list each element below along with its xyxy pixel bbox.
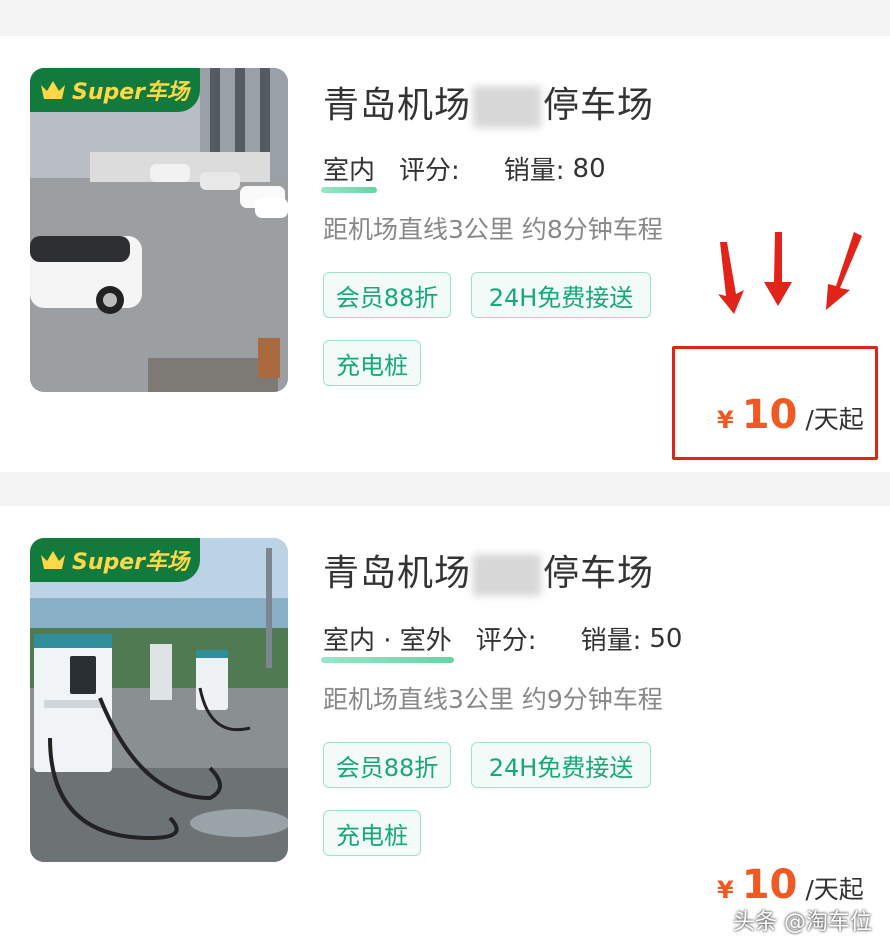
- redacted-text: [473, 554, 542, 596]
- distance-info: 距机场直线3公里 约9分钟车程: [323, 685, 663, 714]
- price-display: ¥ 10 /天起: [717, 392, 864, 438]
- sales-value: 80: [572, 153, 606, 184]
- crown-icon: [41, 81, 65, 99]
- tag-free-shuttle: 24H免费接送: [471, 272, 651, 318]
- tag-charging-pile: 充电桩: [323, 810, 421, 856]
- rating-label: 评分:: [399, 156, 460, 186]
- crown-icon: [41, 551, 65, 569]
- arrow-annotation-icon: [718, 232, 862, 314]
- sales-label: 销量:: [580, 626, 642, 656]
- tag-member-discount: 会员88折: [323, 742, 451, 788]
- tag-free-shuttle: 24H免费接送: [471, 742, 651, 788]
- location-type: 室内: [320, 150, 378, 193]
- parking-listing-card[interactable]: Super车场 青岛机场 停车场 室内 评分: 销量: 80 距机场直线3公里 约…: [0, 36, 890, 472]
- price-display: ¥ 10 /天起: [717, 862, 864, 908]
- badge-label: Super车场: [72, 80, 190, 105]
- sales-value: 50: [649, 623, 683, 654]
- parking-lot-photo[interactable]: Super车场: [30, 68, 288, 392]
- location-type: 室内 · 室外: [321, 620, 454, 663]
- super-lot-badge: Super车场: [30, 538, 200, 582]
- price-unit: /天起: [805, 875, 864, 904]
- price-value: 10: [741, 392, 798, 438]
- currency-symbol: ¥: [717, 876, 734, 904]
- title-text-right: 停车场: [543, 85, 655, 126]
- watermark-text: 头条 @淘车位: [733, 910, 872, 935]
- sales-label: 销量:: [503, 156, 565, 186]
- title-text-left: 青岛机场: [323, 553, 472, 594]
- rating-label: 评分:: [475, 626, 537, 656]
- parking-lot-image: [30, 68, 288, 392]
- listing-title[interactable]: 青岛机场 停车场: [323, 76, 654, 128]
- distance-info: 距机场直线3公里 约8分钟车程: [323, 215, 663, 244]
- tag-charging-pile: 充电桩: [323, 340, 421, 386]
- listing-meta: 室内 评分: 销量: 80: [320, 150, 606, 193]
- currency-symbol: ¥: [717, 406, 734, 434]
- super-lot-badge: Super车场: [30, 68, 200, 112]
- badge-label: Super车场: [72, 550, 190, 575]
- charging-station-image: [30, 538, 288, 862]
- tag-member-discount: 会员88折: [323, 272, 451, 318]
- listing-title[interactable]: 青岛机场 停车场: [323, 544, 654, 596]
- price-value: 10: [741, 862, 798, 908]
- listing-meta: 室内 · 室外 评分: 销量: 50: [321, 620, 683, 663]
- title-text-right: 停车场: [543, 553, 655, 594]
- price-unit: /天起: [805, 405, 864, 434]
- parking-lot-photo[interactable]: Super车场: [30, 538, 288, 862]
- title-text-left: 青岛机场: [323, 85, 472, 126]
- parking-listing-card[interactable]: Super车场 青岛机场 停车场 室内 · 室外 评分: 销量: 50 距机场直线…: [0, 506, 890, 946]
- redacted-text: [473, 86, 542, 128]
